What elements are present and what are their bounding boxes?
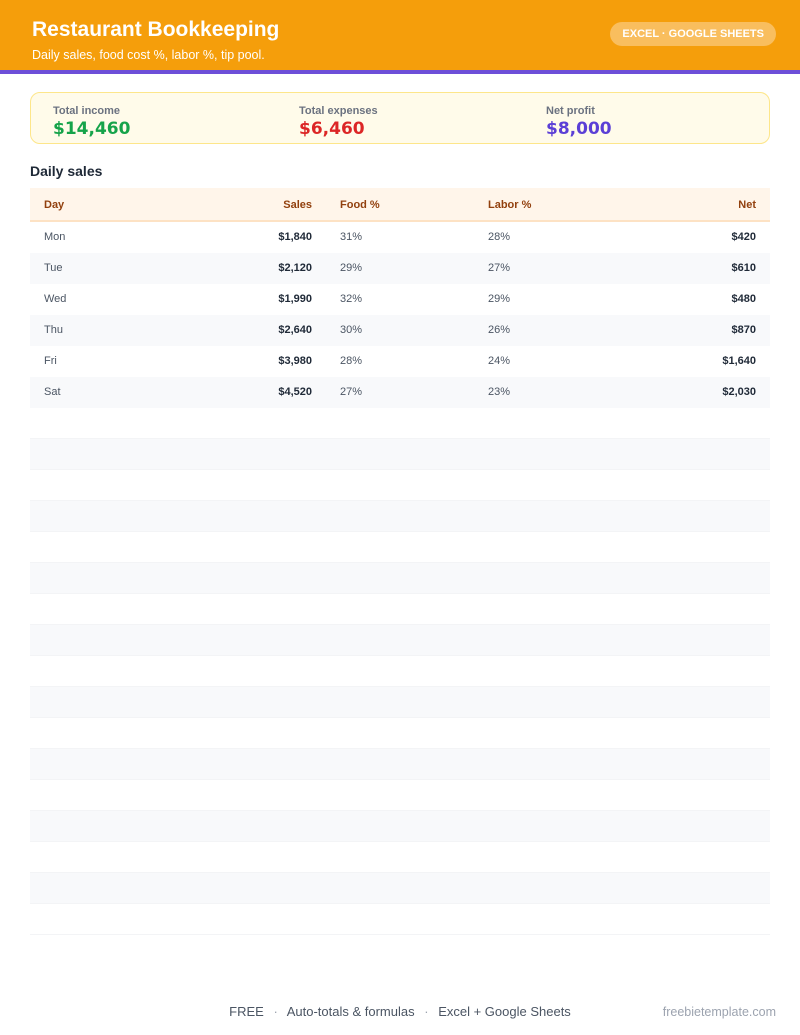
daily-sales-table: Day Sales Food % Labor % Net Mon $1,840 … bbox=[30, 188, 770, 408]
header-banner: Restaurant Bookkeeping Daily sales, food… bbox=[0, 0, 800, 70]
empty-row[interactable] bbox=[30, 811, 770, 842]
empty-row[interactable] bbox=[30, 656, 770, 687]
cell-net[interactable]: $870 bbox=[732, 315, 756, 346]
empty-row[interactable] bbox=[30, 904, 770, 935]
cell-sales[interactable]: $3,980 bbox=[278, 346, 312, 377]
empty-row[interactable] bbox=[30, 408, 770, 439]
cell-net[interactable]: $480 bbox=[732, 284, 756, 315]
total-expenses-label: Total expenses bbox=[299, 105, 378, 117]
column-header-labor: Labor % bbox=[488, 199, 532, 211]
empty-row[interactable] bbox=[30, 594, 770, 625]
cell-day[interactable]: Tue bbox=[44, 253, 63, 284]
cell-labor[interactable]: 28% bbox=[488, 222, 510, 253]
empty-row[interactable] bbox=[30, 439, 770, 470]
cell-food[interactable]: 28% bbox=[340, 346, 362, 377]
empty-row[interactable] bbox=[30, 625, 770, 656]
table-row[interactable]: Mon $1,840 31% 28% $420 bbox=[30, 222, 770, 253]
table-row[interactable]: Wed $1,990 32% 29% $480 bbox=[30, 284, 770, 315]
cell-day[interactable]: Wed bbox=[44, 284, 66, 315]
cell-sales[interactable]: $4,520 bbox=[278, 377, 312, 408]
cell-day[interactable]: Thu bbox=[44, 315, 63, 346]
net-profit-stat: Net profit $8,000 bbox=[546, 105, 612, 139]
empty-row[interactable] bbox=[30, 873, 770, 904]
total-income-label: Total income bbox=[53, 105, 121, 117]
footer-item-free: FREE bbox=[229, 1004, 264, 1019]
cell-day[interactable]: Fri bbox=[44, 346, 57, 377]
table-row[interactable]: Fri $3,980 28% 24% $1,640 bbox=[30, 346, 770, 377]
empty-row[interactable] bbox=[30, 780, 770, 811]
empty-row[interactable] bbox=[30, 842, 770, 873]
table-row[interactable]: Tue $2,120 29% 27% $610 bbox=[30, 253, 770, 284]
cell-day[interactable]: Sat bbox=[44, 377, 61, 408]
empty-row[interactable] bbox=[30, 470, 770, 501]
table-header: Day Sales Food % Labor % Net bbox=[30, 188, 770, 222]
column-header-food: Food % bbox=[340, 199, 380, 211]
cell-food[interactable]: 32% bbox=[340, 284, 362, 315]
empty-row[interactable] bbox=[30, 501, 770, 532]
table-row[interactable]: Sat $4,520 27% 23% $2,030 bbox=[30, 377, 770, 408]
cell-net[interactable]: $1,640 bbox=[722, 346, 756, 377]
cell-labor[interactable]: 29% bbox=[488, 284, 510, 315]
cell-sales[interactable]: $2,120 bbox=[278, 253, 312, 284]
footer-separator: · bbox=[273, 1004, 278, 1019]
footer-item-platforms: Excel + Google Sheets bbox=[438, 1004, 571, 1019]
column-header-net: Net bbox=[738, 199, 756, 211]
total-expenses-value: $6,460 bbox=[299, 119, 365, 139]
cell-labor[interactable]: 24% bbox=[488, 346, 510, 377]
cell-sales[interactable]: $1,840 bbox=[278, 222, 312, 253]
cell-labor[interactable]: 23% bbox=[488, 377, 510, 408]
empty-row[interactable] bbox=[30, 563, 770, 594]
net-profit-value: $8,000 bbox=[546, 119, 612, 139]
total-expenses-stat: Total expenses $6,460 bbox=[299, 105, 378, 139]
empty-row[interactable] bbox=[30, 749, 770, 780]
net-profit-label: Net profit bbox=[546, 105, 595, 117]
format-badge: EXCEL · GOOGLE SHEETS bbox=[610, 22, 776, 46]
empty-row[interactable] bbox=[30, 718, 770, 749]
cell-day[interactable]: Mon bbox=[44, 222, 65, 253]
header-accent-strip bbox=[0, 70, 800, 74]
cell-food[interactable]: 29% bbox=[340, 253, 362, 284]
cell-labor[interactable]: 27% bbox=[488, 253, 510, 284]
cell-net[interactable]: $2,030 bbox=[722, 377, 756, 408]
footer-item-formulas: Auto-totals & formulas bbox=[286, 1004, 415, 1019]
footer-separator: · bbox=[424, 1004, 429, 1019]
total-income-stat: Total income $14,460 bbox=[53, 105, 130, 139]
empty-row[interactable] bbox=[30, 687, 770, 718]
section-title: Daily sales bbox=[30, 163, 103, 179]
cell-labor[interactable]: 26% bbox=[488, 315, 510, 346]
cell-food[interactable]: 31% bbox=[340, 222, 362, 253]
cell-food[interactable]: 30% bbox=[340, 315, 362, 346]
column-header-sales: Sales bbox=[283, 199, 312, 211]
summary-card: Total income $14,460 Total expenses $6,4… bbox=[30, 92, 770, 144]
empty-table-rows bbox=[30, 408, 770, 935]
site-link[interactable]: freebietemplate.com bbox=[663, 1005, 776, 1019]
total-income-value: $14,460 bbox=[53, 119, 131, 139]
cell-sales[interactable]: $2,640 bbox=[278, 315, 312, 346]
page-subtitle: Daily sales, food cost %, labor %, tip p… bbox=[32, 48, 265, 62]
cell-sales[interactable]: $1,990 bbox=[278, 284, 312, 315]
table-row[interactable]: Thu $2,640 30% 26% $870 bbox=[30, 315, 770, 346]
cell-net[interactable]: $610 bbox=[732, 253, 756, 284]
empty-row[interactable] bbox=[30, 532, 770, 563]
page-title: Restaurant Bookkeeping bbox=[32, 18, 280, 41]
cell-net[interactable]: $420 bbox=[732, 222, 756, 253]
cell-food[interactable]: 27% bbox=[340, 377, 362, 408]
column-header-day: Day bbox=[44, 199, 65, 211]
